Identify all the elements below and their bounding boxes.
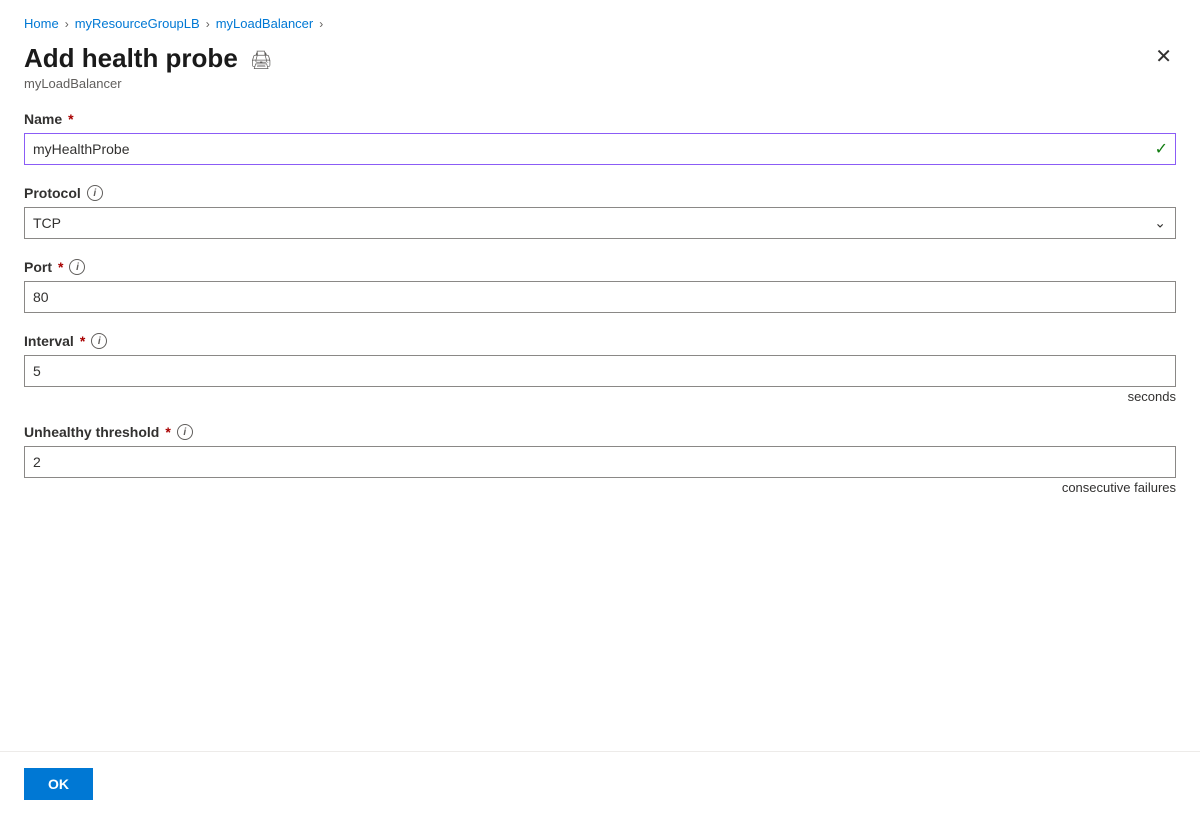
header-left: Add health probe 🖨 myLoadBalancer — [24, 43, 273, 91]
breadcrumb-sep-3: › — [319, 17, 323, 31]
protocol-select-wrapper: TCP HTTP HTTPS ⌄ — [24, 207, 1176, 239]
breadcrumb-sep-2: › — [206, 17, 210, 31]
port-label: Port * i — [24, 259, 1176, 275]
name-input-wrapper: ✓ — [24, 133, 1176, 165]
close-button[interactable]: ✕ — [1151, 43, 1176, 71]
name-group: Name * ✓ — [24, 111, 1176, 165]
unhealthy-threshold-group: Unhealthy threshold * i consecutive fail… — [24, 424, 1176, 495]
interval-label: Interval * i — [24, 333, 1176, 349]
interval-info-icon[interactable]: i — [91, 333, 107, 349]
port-input[interactable] — [24, 281, 1176, 313]
breadcrumb-resource-group[interactable]: myResourceGroupLB — [75, 16, 200, 31]
page-title-row: Add health probe 🖨 — [24, 43, 273, 74]
interval-suffix: seconds — [24, 389, 1176, 404]
name-required: * — [68, 111, 73, 127]
ok-button[interactable]: OK — [24, 768, 93, 800]
protocol-info-icon[interactable]: i — [87, 185, 103, 201]
interval-input[interactable] — [24, 355, 1176, 387]
page-subtitle: myLoadBalancer — [24, 76, 273, 91]
print-icon[interactable]: 🖨 — [250, 50, 273, 71]
protocol-select[interactable]: TCP HTTP HTTPS — [24, 207, 1176, 239]
protocol-group: Protocol i TCP HTTP HTTPS ⌄ — [24, 185, 1176, 239]
unhealthy-threshold-info-icon[interactable]: i — [177, 424, 193, 440]
page-footer: OK — [0, 751, 1200, 816]
port-group: Port * i — [24, 259, 1176, 313]
unhealthy-threshold-input[interactable] — [24, 446, 1176, 478]
page-title: Add health probe — [24, 43, 238, 74]
name-input[interactable] — [24, 133, 1176, 165]
breadcrumb: Home › myResourceGroupLB › myLoadBalance… — [0, 0, 1200, 35]
page-header: Add health probe 🖨 myLoadBalancer ✕ — [0, 35, 1200, 95]
form-content: Name * ✓ Protocol i TCP HTTP HTTPS ⌄ — [0, 95, 1200, 751]
protocol-label: Protocol i — [24, 185, 1176, 201]
name-checkmark-icon: ✓ — [1155, 139, 1168, 159]
page-container: Home › myResourceGroupLB › myLoadBalance… — [0, 0, 1200, 816]
port-required: * — [58, 259, 63, 275]
breadcrumb-load-balancer[interactable]: myLoadBalancer — [216, 16, 314, 31]
unhealthy-threshold-suffix: consecutive failures — [24, 480, 1176, 495]
breadcrumb-sep-1: › — [65, 17, 69, 31]
name-label: Name * — [24, 111, 1176, 127]
breadcrumb-home[interactable]: Home — [24, 16, 59, 31]
interval-group: Interval * i seconds — [24, 333, 1176, 404]
port-info-icon[interactable]: i — [69, 259, 85, 275]
unhealthy-threshold-required: * — [165, 424, 170, 440]
unhealthy-threshold-label: Unhealthy threshold * i — [24, 424, 1176, 440]
interval-required: * — [80, 333, 85, 349]
